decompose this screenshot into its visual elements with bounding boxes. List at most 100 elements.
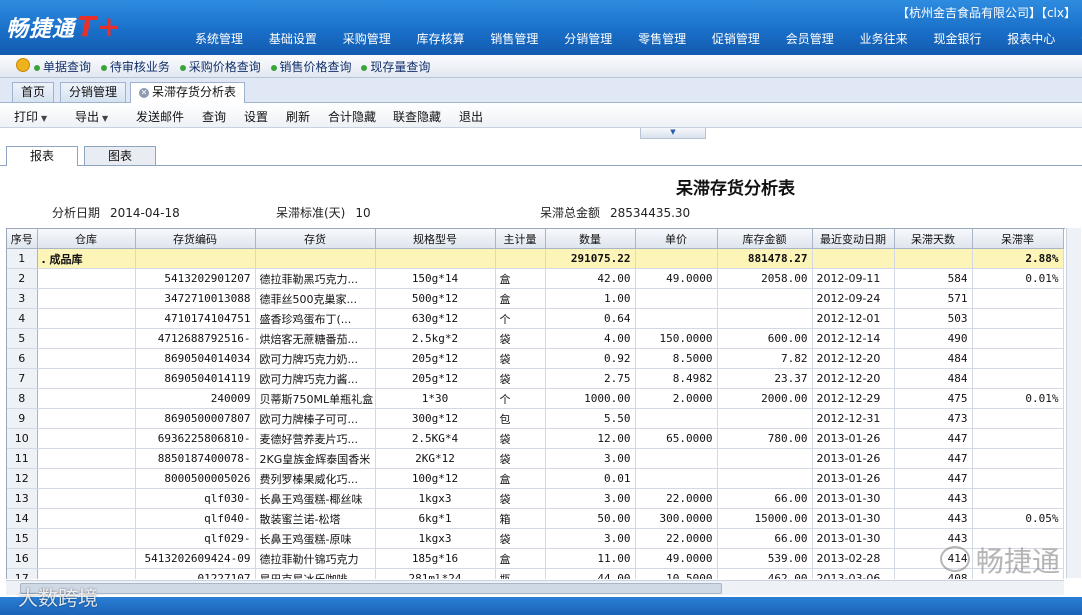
vertical-scrollbar[interactable] [1066, 228, 1081, 578]
table-row[interactable]: 11 8850187400078- 2KG皇族金辉泰国香米 2KG*12 袋 3.00 20… [7, 448, 1064, 469]
cell-qty: 11.00 [545, 548, 636, 569]
cell-seq: 9 [7, 408, 38, 429]
cell-qty: 4.00 [545, 328, 636, 349]
col-rate[interactable]: 呆滞率 [972, 229, 1064, 249]
cell-name: 星巴克星冰乐咖啡 [255, 568, 376, 579]
menu-promotion[interactable]: 促销管理 [712, 30, 760, 47]
row-qty: 291075.22 [545, 248, 636, 269]
cell-seq: 10 [7, 428, 38, 449]
hide-link-button[interactable]: 联查隐藏 [393, 108, 441, 125]
toolbar: 打印 ▼ 导出 ▼ 发送邮件 查询 设置 刷新 合计隐藏 联查隐藏 退出 [0, 103, 1082, 128]
table-row[interactable]: 12 8000500005026 费列罗榛果威化巧... 100g*12 盒 0.01 20… [7, 468, 1064, 489]
table-row[interactable]: 9 8690500007807 欧可力牌榛子可可... 300g*12 包 5.50 201… [7, 408, 1064, 429]
hide-total-button[interactable]: 合计隐藏 [328, 108, 376, 125]
row-rate: 2.88% [972, 248, 1064, 269]
col-code[interactable]: 存货编码 [135, 229, 256, 249]
cell-price: 300.0000 [635, 508, 718, 529]
cell-unit: 袋 [495, 488, 546, 509]
cell-rate: 0.01% [972, 388, 1064, 409]
settings-button[interactable]: 设置 [244, 108, 268, 125]
cell-seq: 6 [7, 348, 38, 369]
table-row[interactable]: 17 01227107 星巴克星冰乐咖啡 281ml*24 瓶 44.00 10.5000 4… [7, 568, 1064, 579]
table-row[interactable]: 4 4710174104751 盛香珍鸡蛋布丁(... 630g*12 个 0.64 201… [7, 308, 1064, 329]
table-row[interactable]: 3 3472710013088 德菲丝500克巢家... 500g*12 盒 1.00 20… [7, 288, 1064, 309]
collapse-toggle[interactable]: ▼ [640, 128, 706, 139]
quick-purchase-price[interactable]: 采购价格查询 [179, 58, 261, 75]
table-row[interactable]: 13 qlf030- 长鼻王鸡蛋糕-椰丝味 1kgx3 袋 3.00 22.0000 66.0… [7, 488, 1064, 509]
row-amount: 881478.27 [717, 248, 813, 269]
col-unit[interactable]: 主计量 [495, 229, 546, 249]
tab-stagnant-analysis[interactable]: ✕ 呆滞存货分析表 [130, 82, 246, 103]
col-spec[interactable]: 规格型号 [375, 229, 496, 249]
cell-unit: 箱 [495, 508, 546, 529]
col-price[interactable]: 单价 [635, 229, 718, 249]
cell-spec: 500g*12 [375, 288, 496, 309]
cell-spec: 1kgx3 [375, 488, 496, 509]
cell-qty: 1000.00 [545, 388, 636, 409]
menu-purchase[interactable]: 采购管理 [343, 30, 391, 47]
bullet-icon [361, 64, 368, 71]
table-row[interactable]: 14 qlf040- 散装蜜兰诺-松塔 6kg*1 箱 50.00 300.0000 1500… [7, 508, 1064, 529]
table-row[interactable]: 5 4712688792516- 烘焙客无蔗糖番茄... 2.5kg*2 袋 4.00 15… [7, 328, 1064, 349]
row-warehouse: . 成品库 [37, 248, 136, 269]
menu-report-center[interactable]: 报表中心 [1007, 30, 1055, 47]
scroll-thumb[interactable] [20, 583, 722, 594]
tab-home[interactable]: 首页 [12, 82, 55, 102]
cell-seq: 2 [7, 268, 38, 289]
export-button[interactable]: 导出 ▼ [75, 108, 108, 125]
send-mail-button[interactable]: 发送邮件 [136, 108, 184, 125]
quick-pending-audit[interactable]: 待审核业务 [100, 58, 170, 75]
cell-amount [717, 408, 813, 429]
menu-distribution[interactable]: 分销管理 [564, 30, 612, 47]
table-row[interactable]: 15 qlf029- 长鼻王鸡蛋糕-原味 1kgx3 袋 3.00 22.0000 66.00… [7, 528, 1064, 549]
menu-system[interactable]: 系统管理 [195, 30, 243, 47]
tab-chart[interactable]: 图表 [84, 146, 156, 165]
cell-price: 49.0000 [635, 548, 718, 569]
tab-report[interactable]: 报表 [6, 146, 78, 166]
tab-distribution[interactable]: 分销管理 [60, 82, 127, 102]
horizontal-scrollbar[interactable] [6, 580, 1064, 595]
col-qty[interactable]: 数量 [545, 229, 636, 249]
quick-sales-price[interactable]: 销售价格查询 [270, 58, 352, 75]
table-row[interactable]: 2 5413202901207 德拉菲勒黑巧克力... 150g*14 盒 42.00 49… [7, 268, 1064, 289]
menu-sales[interactable]: 销售管理 [490, 30, 538, 47]
col-item[interactable]: 存货 [255, 229, 376, 249]
cell-unit: 个 [495, 308, 546, 329]
cell-amount: 66.00 [717, 488, 813, 509]
menu-member[interactable]: 会员管理 [786, 30, 834, 47]
print-button[interactable]: 打印 ▼ [14, 108, 47, 125]
menu-cash-bank[interactable]: 现金银行 [933, 30, 981, 47]
menu-inventory[interactable]: 库存核算 [417, 30, 465, 47]
cell-unit: 袋 [495, 328, 546, 349]
col-last-date[interactable]: 最近变动日期 [812, 229, 895, 249]
col-warehouse[interactable]: 仓库 [37, 229, 136, 249]
exit-button[interactable]: 退出 [459, 108, 483, 125]
table-row[interactable]: 6 8690504014034 欧可力牌巧克力奶... 205g*12 袋 0.92 8.5… [7, 348, 1064, 369]
close-icon[interactable]: ✕ [139, 87, 149, 98]
col-seq[interactable]: 序号 [7, 229, 38, 249]
cell-rate [972, 348, 1064, 369]
menu-basic-settings[interactable]: 基础设置 [269, 30, 317, 47]
quick-doc-query[interactable]: 单据查询 [34, 58, 91, 75]
col-days[interactable]: 呆滞天数 [894, 229, 973, 249]
cell-name: 贝蒂斯750ML单瓶礼盒 [255, 388, 376, 409]
cell-date: 2013-01-26 [812, 428, 895, 449]
query-button[interactable]: 查询 [202, 108, 226, 125]
table-row[interactable]: 10 6936225806810- 麦德好营养麦片巧... 2.5KG*4 袋 12.00… [7, 428, 1064, 449]
cell-days: 473 [894, 408, 973, 429]
menu-business[interactable]: 业务往来 [860, 30, 908, 47]
table-row[interactable]: 8 240009 贝蒂斯750ML单瓶礼盒 1*30 个 1000.00 2.0000 200… [7, 388, 1064, 409]
cell-unit: 盒 [495, 288, 546, 309]
cell-seq: 16 [7, 548, 38, 569]
cell-amount: 600.00 [717, 328, 813, 349]
table-row[interactable]: 7 8690504014119 欧可力牌巧克力酱... 205g*12 袋 2.75 8.4… [7, 368, 1064, 389]
menu-retail[interactable]: 零售管理 [638, 30, 686, 47]
table-row-total[interactable]: 1 . 成品库 291075.22 881478.27 2.88% [7, 248, 1064, 269]
refresh-button[interactable]: 刷新 [286, 108, 310, 125]
quick-stock-query[interactable]: 现存量查询 [361, 58, 430, 75]
cell-rate [972, 488, 1064, 509]
cell-code: qlf040- [135, 508, 256, 529]
table-row[interactable]: 16 5413202609424-09 德拉菲勒什锦巧克力 185g*16 盒 11.00… [7, 548, 1064, 569]
cell-seq: 13 [7, 488, 38, 509]
col-amount[interactable]: 库存金额 [717, 229, 813, 249]
